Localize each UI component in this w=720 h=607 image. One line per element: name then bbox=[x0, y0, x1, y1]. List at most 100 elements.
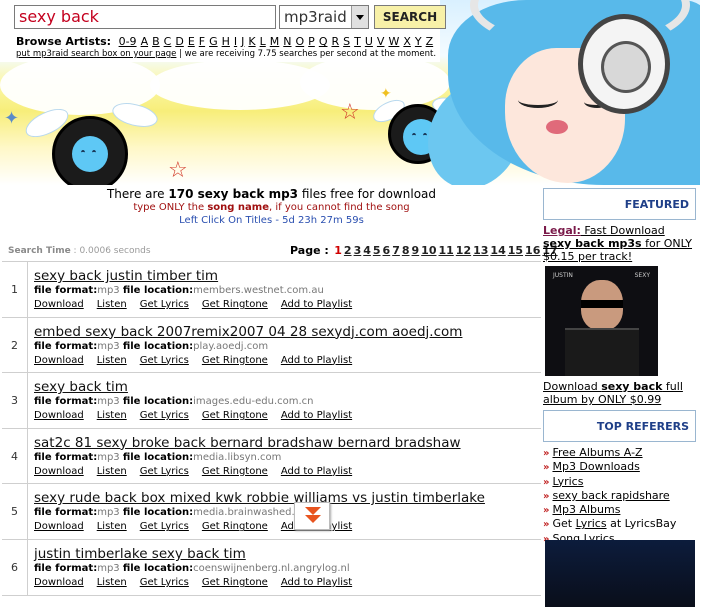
download-link[interactable]: Download bbox=[34, 299, 84, 310]
download-link[interactable]: Download bbox=[34, 577, 84, 588]
page-link[interactable]: 6 bbox=[383, 244, 391, 257]
page-link[interactable]: 2 bbox=[344, 244, 352, 257]
result-title-link[interactable]: sexy back tim bbox=[34, 379, 128, 395]
browse-letter-link[interactable]: M bbox=[270, 35, 280, 48]
referer-link[interactable]: Mp3 Downloads bbox=[552, 460, 639, 473]
browse-letter-link[interactable]: O bbox=[296, 35, 305, 48]
legal-text[interactable]: Fast Download bbox=[581, 224, 664, 237]
page-link[interactable]: 5 bbox=[373, 244, 381, 257]
get-lyrics-link[interactable]: Get Lyrics bbox=[140, 299, 189, 310]
album-download-link[interactable]: Download sexy back full album by ONLY $0… bbox=[543, 380, 696, 406]
result-row: 1 sexy back justin timber tim file format:… bbox=[2, 262, 541, 318]
album-bold[interactable]: sexy back bbox=[601, 380, 662, 393]
download-link[interactable]: Download bbox=[34, 355, 84, 366]
browse-letter-link[interactable]: J bbox=[241, 35, 244, 48]
listen-link[interactable]: Listen bbox=[97, 521, 127, 532]
get-lyrics-link[interactable]: Get Lyrics bbox=[140, 410, 189, 421]
result-title-link[interactable]: sexy back justin timber tim bbox=[34, 268, 218, 284]
album-pre[interactable]: Download bbox=[543, 380, 601, 393]
legal-label[interactable]: Legal: bbox=[543, 224, 581, 237]
browse-letter-link[interactable]: P bbox=[308, 35, 315, 48]
browse-letter-link[interactable]: X bbox=[403, 35, 411, 48]
page-link[interactable]: 16 bbox=[525, 244, 540, 257]
add-to-playlist-link[interactable]: Add to Playlist bbox=[281, 410, 352, 421]
browse-letter-link[interactable]: E bbox=[188, 35, 195, 48]
result-title-link[interactable]: embed sexy back 2007remix2007 04 28 sexy… bbox=[34, 324, 462, 340]
legal-promo[interactable]: Legal: Fast Download sexy back mp3s for … bbox=[543, 224, 696, 263]
download-link[interactable]: Download bbox=[34, 521, 84, 532]
browse-letter-link[interactable]: Z bbox=[426, 35, 434, 48]
add-to-playlist-link[interactable]: Add to Playlist bbox=[281, 355, 352, 366]
get-ringtone-link[interactable]: Get Ringtone bbox=[202, 410, 268, 421]
legal-bold[interactable]: sexy back mp3s bbox=[543, 237, 642, 250]
browse-letter-link[interactable]: U bbox=[365, 35, 373, 48]
get-ringtone-link[interactable]: Get Ringtone bbox=[202, 299, 268, 310]
add-to-playlist-link[interactable]: Add to Playlist bbox=[281, 299, 352, 310]
get-ringtone-link[interactable]: Get Ringtone bbox=[202, 521, 268, 532]
browse-letter-link[interactable]: S bbox=[343, 35, 350, 48]
page-link[interactable]: 12 bbox=[456, 244, 471, 257]
download-arrow-icon[interactable] bbox=[294, 502, 330, 530]
add-to-playlist-link[interactable]: Add to Playlist bbox=[281, 577, 352, 588]
browse-letter-link[interactable]: W bbox=[388, 35, 399, 48]
download-link[interactable]: Download bbox=[34, 410, 84, 421]
browse-letter-link[interactable]: L bbox=[260, 35, 266, 48]
page-link[interactable]: 8 bbox=[402, 244, 410, 257]
browse-letter-link[interactable]: K bbox=[248, 35, 255, 48]
source-select[interactable]: mp3raid bbox=[279, 5, 369, 29]
get-lyrics-link[interactable]: Get Lyrics bbox=[140, 466, 189, 477]
listen-link[interactable]: Listen bbox=[97, 466, 127, 477]
chevron-down-icon[interactable] bbox=[351, 6, 368, 28]
browse-letter-link[interactable]: I bbox=[234, 35, 237, 48]
browse-letter-link[interactable]: H bbox=[222, 35, 230, 48]
browse-letter-link[interactable]: A bbox=[141, 35, 149, 48]
page-link[interactable]: 15 bbox=[508, 244, 523, 257]
browse-letter-link[interactable]: C bbox=[164, 35, 172, 48]
browse-letter-link[interactable]: G bbox=[209, 35, 218, 48]
result-title-link[interactable]: justin timberlake sexy back tim bbox=[34, 546, 246, 562]
get-ringtone-link[interactable]: Get Ringtone bbox=[202, 355, 268, 366]
browse-letter-link[interactable]: B bbox=[152, 35, 160, 48]
browse-letter-link[interactable]: Y bbox=[415, 35, 422, 48]
browse-letter-link[interactable]: F bbox=[199, 35, 205, 48]
get-lyrics-link[interactable]: Get Lyrics bbox=[140, 355, 189, 366]
search-button[interactable]: SEARCH bbox=[374, 5, 446, 29]
page-link[interactable]: 11 bbox=[438, 244, 453, 257]
page-link[interactable]: 13 bbox=[473, 244, 488, 257]
get-lyrics-link[interactable]: Get Lyrics bbox=[140, 521, 189, 532]
lyricsbay-link[interactable]: Lyrics bbox=[576, 517, 607, 530]
download-link[interactable]: Download bbox=[34, 466, 84, 477]
get-ringtone-link[interactable]: Get Ringtone bbox=[202, 577, 268, 588]
album-cover-image[interactable]: JUSTIN SEXY bbox=[545, 266, 658, 376]
browse-letter-link[interactable]: T bbox=[354, 35, 361, 48]
listen-link[interactable]: Listen bbox=[97, 355, 127, 366]
page-link[interactable]: 7 bbox=[392, 244, 400, 257]
browse-letter-link[interactable]: D bbox=[175, 35, 183, 48]
listen-link[interactable]: Listen bbox=[97, 299, 127, 310]
search-box-link[interactable]: put mp3raid search box on your page bbox=[16, 49, 176, 59]
referer-link[interactable]: sexy back rapidshare bbox=[552, 489, 669, 502]
sidebar-ad-image[interactable] bbox=[545, 540, 695, 607]
search-input[interactable]: sexy back bbox=[14, 5, 276, 29]
get-ringtone-link[interactable]: Get Ringtone bbox=[202, 466, 268, 477]
referer-link[interactable]: Lyrics bbox=[552, 475, 583, 488]
result-title-link[interactable]: sat2c 81 sexy broke back bernard bradsha… bbox=[34, 435, 461, 451]
referer-link[interactable]: Free Albums A-Z bbox=[552, 446, 642, 459]
page-link[interactable]: 1 bbox=[334, 244, 342, 257]
page-link[interactable]: 14 bbox=[490, 244, 505, 257]
listen-link[interactable]: Listen bbox=[97, 410, 127, 421]
page-link[interactable]: 10 bbox=[421, 244, 436, 257]
page-link[interactable]: 4 bbox=[363, 244, 371, 257]
listen-link[interactable]: Listen bbox=[97, 577, 127, 588]
get-lyrics-link[interactable]: Get Lyrics bbox=[140, 577, 189, 588]
browse-letter-link[interactable]: 0-9 bbox=[119, 35, 137, 48]
browse-letter-link[interactable]: R bbox=[331, 35, 339, 48]
add-to-playlist-link[interactable]: Add to Playlist bbox=[281, 466, 352, 477]
browse-letter-link[interactable]: N bbox=[283, 35, 291, 48]
browse-letter-link[interactable]: V bbox=[377, 35, 385, 48]
browse-letter-link[interactable]: Q bbox=[319, 35, 328, 48]
referer-link[interactable]: Mp3 Albums bbox=[552, 503, 620, 516]
page-link[interactable]: 9 bbox=[412, 244, 420, 257]
page-link[interactable]: 3 bbox=[354, 244, 362, 257]
result-title-link[interactable]: sexy rude back box mixed kwk robbie will… bbox=[34, 490, 485, 506]
